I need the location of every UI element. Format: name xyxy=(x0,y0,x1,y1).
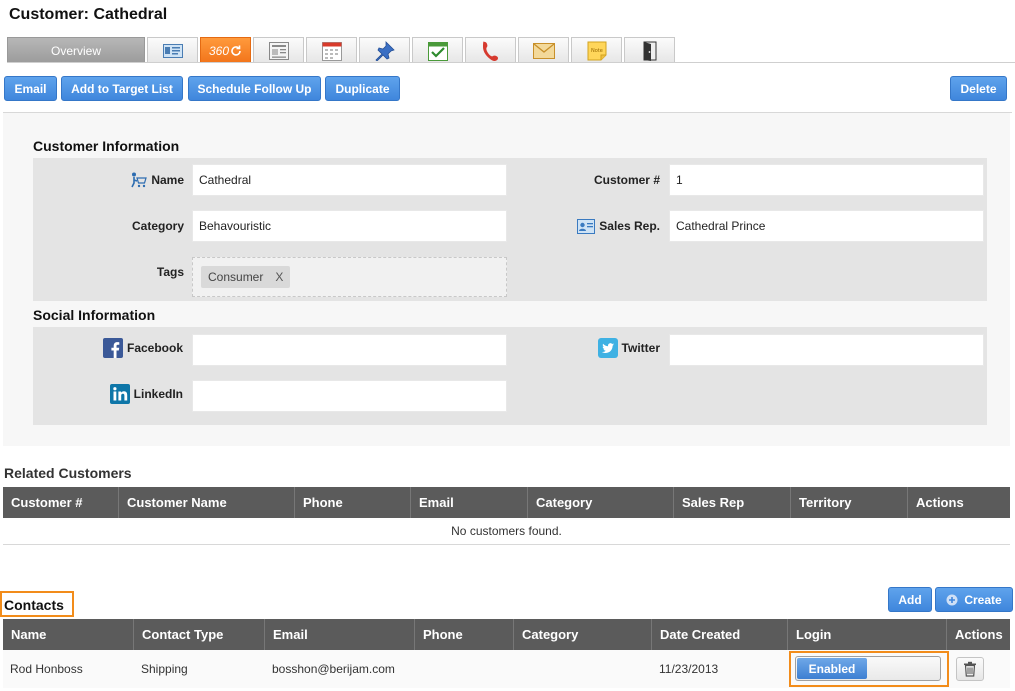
category-label: Category xyxy=(131,219,184,233)
social-information-title: Social Information xyxy=(33,307,156,323)
envelope-icon xyxy=(532,42,555,59)
contact-name-cell[interactable]: Rod Honboss xyxy=(3,650,134,688)
column-header[interactable]: Login xyxy=(788,619,947,650)
linkedin-label: LinkedIn xyxy=(133,387,183,401)
pushpin-icon xyxy=(374,40,395,61)
note-icon: Note xyxy=(587,41,606,60)
column-header[interactable]: Category xyxy=(514,619,652,650)
column-header[interactable]: Phone xyxy=(295,487,411,518)
tab-bar: Overview 360 Note xyxy=(7,37,677,63)
column-header[interactable]: Sales Rep xyxy=(674,487,791,518)
column-header[interactable]: Email xyxy=(411,487,528,518)
contacts-title: Contacts xyxy=(4,597,64,613)
column-header[interactable]: Customer # xyxy=(3,487,119,518)
tab-notes[interactable]: Note xyxy=(571,37,622,63)
column-header: Actions xyxy=(916,495,964,510)
facebook-icon xyxy=(102,338,123,358)
tag-remove-button[interactable]: X xyxy=(275,270,283,284)
trash-icon xyxy=(964,661,976,677)
svg-text:Note: Note xyxy=(591,48,603,54)
column-header: Actions xyxy=(955,627,1003,642)
column-header[interactable]: Phone xyxy=(415,619,514,650)
column-header[interactable]: Contact Type xyxy=(134,619,265,650)
id-card-icon xyxy=(162,43,183,58)
related-customers-header: Customer # Customer Name Phone Email Cat… xyxy=(3,487,1010,518)
name-label: Name xyxy=(151,173,184,187)
phone-icon xyxy=(482,40,498,61)
name-field[interactable]: Cathedral xyxy=(192,164,507,196)
column-header[interactable]: Date Created xyxy=(652,619,788,650)
tab-newsfeed[interactable] xyxy=(253,37,304,63)
delete-button[interactable]: Delete xyxy=(950,76,1007,101)
email-button[interactable]: Email xyxy=(4,76,57,101)
twitter-label-wrap: Twitter xyxy=(580,336,660,360)
column-header[interactable]: Category xyxy=(528,487,674,518)
related-customers-title: Related Customers xyxy=(4,465,132,481)
tab-exit[interactable] xyxy=(624,37,675,63)
customer-cart-icon xyxy=(131,172,148,188)
create-contact-button[interactable]: Create xyxy=(935,587,1013,612)
column-header[interactable]: Email xyxy=(265,619,415,650)
twitter-icon xyxy=(597,338,618,358)
tab-calls[interactable] xyxy=(465,37,516,63)
facebook-label: Facebook xyxy=(126,341,183,355)
customer-information-title: Customer Information xyxy=(33,138,180,154)
contact-email-cell: bosshon@berijam.com xyxy=(272,662,395,676)
tag-chip-label: Consumer xyxy=(208,270,264,284)
sales-rep-label: Sales Rep. xyxy=(599,219,660,233)
contact-phone-cell xyxy=(415,650,514,688)
contacts-header: Name Contact Type Email Phone Category D… xyxy=(3,619,1010,650)
sales-rep-badge-icon xyxy=(577,218,596,234)
delete-contact-button[interactable] xyxy=(956,657,984,681)
add-contact-button[interactable]: Add xyxy=(888,587,932,612)
tab-overview[interactable]: Overview xyxy=(7,37,145,63)
contact-date-cell: 11/23/2013 xyxy=(659,662,719,676)
tab-tasks[interactable] xyxy=(412,37,463,63)
tab-calendar[interactable] xyxy=(306,37,357,63)
login-toggle-state: Enabled xyxy=(797,658,867,679)
duplicate-button[interactable]: Duplicate xyxy=(325,76,400,101)
tab-pin[interactable] xyxy=(359,37,410,63)
linkedin-field[interactable] xyxy=(192,380,507,412)
facebook-label-wrap: Facebook xyxy=(90,336,183,360)
calendar-icon xyxy=(321,41,342,61)
tab-360-label: 360 xyxy=(208,43,230,58)
schedule-follow-up-button[interactable]: Schedule Follow Up xyxy=(188,76,321,101)
contact-type-cell: Shipping xyxy=(141,662,188,676)
tab-360[interactable]: 360 xyxy=(200,37,251,63)
tab-emails[interactable] xyxy=(518,37,569,63)
create-contact-label: Create xyxy=(964,592,1002,607)
contact-category-cell xyxy=(514,650,652,688)
linkedin-label-wrap: LinkedIn xyxy=(90,382,183,406)
tags-label: Tags xyxy=(156,265,184,279)
linkedin-icon xyxy=(109,384,130,404)
refresh-360-icon xyxy=(231,45,241,56)
sales-rep-field[interactable]: Cathedral Prince xyxy=(669,210,984,242)
tab-bar-underline xyxy=(7,62,1015,63)
add-to-target-list-button[interactable]: Add to Target List xyxy=(61,76,183,101)
page-title: Customer: Cathedral xyxy=(9,6,168,23)
plus-circle-icon xyxy=(946,594,958,605)
empty-message: No customers found. xyxy=(3,518,1010,545)
sales-rep-label-wrap: Sales Rep. xyxy=(560,216,660,236)
category-field[interactable]: Behavouristic xyxy=(192,210,507,242)
login-toggle[interactable]: Enabled xyxy=(795,656,941,681)
column-header[interactable]: Territory xyxy=(791,487,908,518)
column-header[interactable]: Name xyxy=(3,619,134,650)
facebook-field[interactable] xyxy=(192,334,507,366)
door-exit-icon xyxy=(643,41,656,61)
column-header[interactable]: Customer Name xyxy=(119,487,295,518)
twitter-label: Twitter xyxy=(621,341,660,355)
checkmark-calendar-icon xyxy=(427,41,448,61)
customer-number-field[interactable]: 1 xyxy=(669,164,984,196)
twitter-field[interactable] xyxy=(669,334,984,366)
tag-chip: Consumer X xyxy=(201,266,291,288)
newspaper-icon xyxy=(268,41,289,60)
name-label-wrap: Name xyxy=(100,170,184,190)
tags-field[interactable]: Consumer X xyxy=(192,257,507,297)
tab-details[interactable] xyxy=(147,37,198,63)
customer-number-label: Customer # xyxy=(593,173,660,187)
